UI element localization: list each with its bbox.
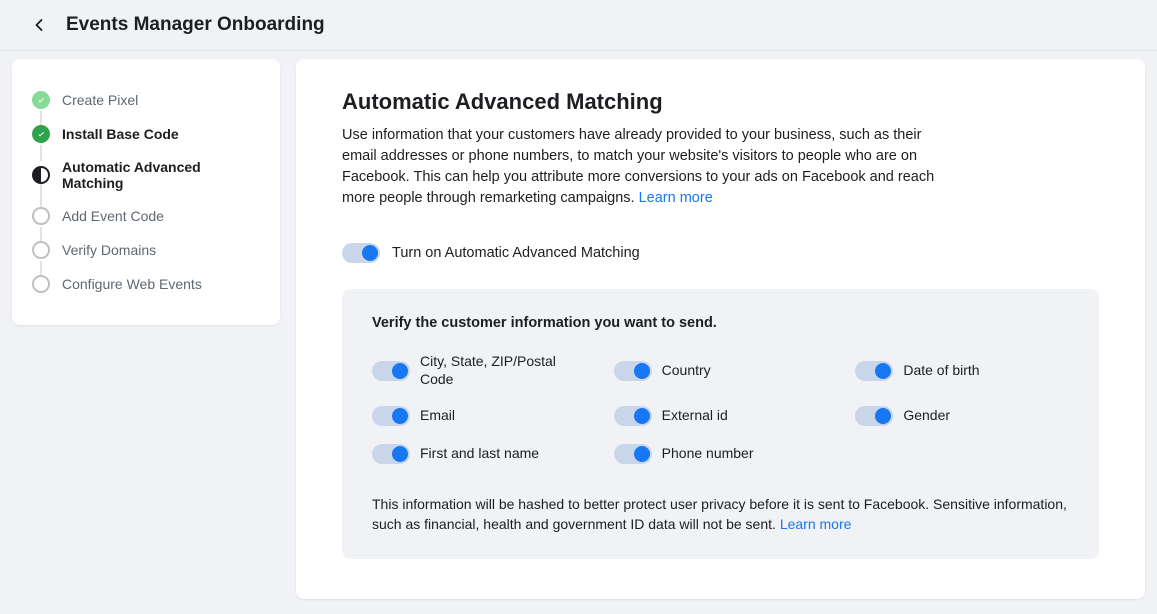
- sidebar-step-3[interactable]: Add Event Code: [32, 199, 260, 233]
- option-toggle[interactable]: [614, 444, 652, 464]
- option-label: Email: [420, 407, 455, 425]
- empty-circle-icon: [32, 207, 50, 225]
- section-title: Automatic Advanced Matching: [342, 89, 1099, 115]
- empty-circle-icon: [32, 241, 50, 259]
- master-toggle[interactable]: [342, 243, 380, 263]
- option-label: Country: [662, 362, 711, 380]
- option-toggle[interactable]: [372, 406, 410, 426]
- option-cell: Email: [372, 406, 586, 426]
- sidebar-step-1[interactable]: Install Base Code: [32, 117, 260, 151]
- sidebar-step-0[interactable]: Create Pixel: [32, 83, 260, 117]
- option-toggle[interactable]: [614, 361, 652, 381]
- check-icon: [32, 125, 50, 143]
- option-label: Date of birth: [903, 362, 979, 380]
- option-toggle[interactable]: [855, 361, 893, 381]
- option-toggle[interactable]: [372, 444, 410, 464]
- verify-footer-text: This information will be hashed to bette…: [372, 496, 1067, 532]
- option-label: Phone number: [662, 445, 754, 463]
- option-label: First and last name: [420, 445, 539, 463]
- half-circle-icon: [32, 166, 50, 184]
- check-icon: [32, 91, 50, 109]
- verify-heading: Verify the customer information you want…: [372, 315, 1069, 331]
- main-panel: Automatic Advanced Matching Use informat…: [296, 59, 1145, 599]
- sidebar-step-4[interactable]: Verify Domains: [32, 233, 260, 267]
- step-label: Automatic Advanced Matching: [62, 159, 260, 191]
- option-cell: Country: [614, 353, 828, 388]
- option-cell: Date of birth: [855, 353, 1069, 388]
- step-label: Install Base Code: [62, 126, 179, 142]
- back-icon[interactable]: [28, 14, 50, 36]
- header-bar: Events Manager Onboarding: [0, 0, 1157, 51]
- learn-more-link[interactable]: Learn more: [639, 190, 713, 206]
- step-label: Add Event Code: [62, 208, 164, 224]
- sidebar-step-5[interactable]: Configure Web Events: [32, 267, 260, 301]
- option-toggle[interactable]: [855, 406, 893, 426]
- step-label: Configure Web Events: [62, 276, 202, 292]
- option-label: Gender: [903, 407, 950, 425]
- verify-box: Verify the customer information you want…: [342, 289, 1099, 559]
- section-description: Use information that your customers have…: [342, 125, 942, 209]
- option-toggle[interactable]: [614, 406, 652, 426]
- step-label: Create Pixel: [62, 92, 138, 108]
- empty-circle-icon: [32, 275, 50, 293]
- option-cell: External id: [614, 406, 828, 426]
- verify-footer: This information will be hashed to bette…: [372, 494, 1069, 535]
- step-label: Verify Domains: [62, 242, 156, 258]
- option-cell: Phone number: [614, 444, 828, 464]
- option-cell: City, State, ZIP/Postal Code: [372, 353, 586, 388]
- option-cell: First and last name: [372, 444, 586, 464]
- option-label: External id: [662, 407, 728, 425]
- master-toggle-label: Turn on Automatic Advanced Matching: [392, 245, 640, 261]
- sidebar-step-2[interactable]: Automatic Advanced Matching: [32, 151, 260, 199]
- option-cell: Gender: [855, 406, 1069, 426]
- sidebar: Create Pixel Install Base Code Automatic A…: [12, 59, 280, 325]
- verify-footer-link[interactable]: Learn more: [780, 516, 852, 532]
- option-toggle[interactable]: [372, 361, 410, 381]
- page-title: Events Manager Onboarding: [66, 14, 325, 36]
- option-label: City, State, ZIP/Postal Code: [420, 353, 586, 388]
